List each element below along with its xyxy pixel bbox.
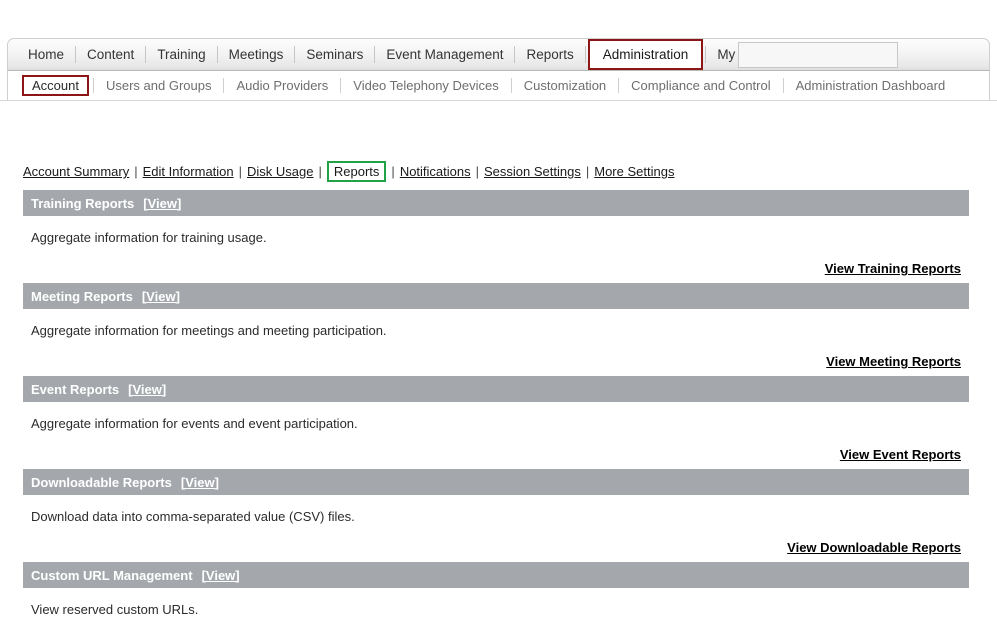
page-link-account-summary[interactable]: Account Summary	[23, 164, 129, 179]
page-link-separator: |	[585, 164, 590, 179]
report-section-body: Aggregate information for meetings and m…	[23, 309, 969, 376]
page-link-more-settings[interactable]: More Settings	[594, 164, 674, 179]
account-section-links: Account Summary | Edit Information | Disk Us…	[23, 161, 674, 182]
page-link-separator: |	[475, 164, 480, 179]
main-nav-separator	[584, 46, 586, 63]
report-section-view-label: [View]	[128, 381, 167, 397]
page-link-session-settings[interactable]: Session Settings	[484, 164, 581, 179]
sub-nav-item-customization[interactable]: Customization	[512, 78, 618, 93]
report-section-header: Meeting Reports [View]	[23, 283, 969, 309]
report-section-view-link[interactable]: [View]	[181, 475, 219, 490]
report-section-training-reports: Training Reports [View] Aggregate informat…	[23, 190, 969, 283]
search-area	[738, 40, 916, 69]
report-section-view-label: [View]	[141, 288, 180, 304]
report-section-description: Aggregate information for events and eve…	[31, 416, 358, 431]
report-section-downloadable-reports: Downloadable Reports [View] Download data …	[23, 469, 969, 562]
sub-nav-item-administration-dashboard[interactable]: Administration Dashboard	[784, 78, 958, 93]
sub-nav-item-audio-providers[interactable]: Audio Providers	[224, 78, 340, 93]
main-nav-item-meetings[interactable]: Meetings	[218, 39, 295, 70]
nav-bottom-divider	[0, 100, 997, 101]
main-nav-item-event-management[interactable]: Event Management	[375, 39, 514, 70]
search-input[interactable]	[738, 41, 898, 68]
report-section-header: Event Reports [View]	[23, 376, 969, 402]
report-section-description: Download data into comma-separated value…	[31, 509, 355, 524]
sub-nav-item-compliance-and-control[interactable]: Compliance and Control	[619, 78, 782, 93]
main-nav-item-administration[interactable]: Administration	[587, 39, 704, 70]
report-section-view-link[interactable]: [View]	[128, 382, 166, 397]
report-section-body: View reserved custom URLs.	[23, 588, 969, 628]
main-nav-item-home[interactable]: Home	[17, 39, 75, 70]
account-links	[969, 12, 987, 26]
sub-nav-item-account[interactable]: Account	[22, 75, 89, 96]
main-nav-item-seminars[interactable]: Seminars	[295, 39, 374, 70]
report-section-action-link[interactable]: View Training Reports	[825, 261, 961, 276]
report-section-header: Training Reports [View]	[23, 190, 969, 216]
report-section-header: Custom URL Management [View]	[23, 562, 969, 588]
report-section-event-reports: Event Reports [View] Aggregate information…	[23, 376, 969, 469]
report-section-body: Download data into comma-separated value…	[23, 495, 969, 562]
page-link-separator: |	[391, 164, 395, 179]
report-section-view-label: [View]	[180, 474, 219, 490]
sub-nav-item-video-telephony-devices[interactable]: Video Telephony Devices	[341, 78, 511, 93]
report-section-meeting-reports: Meeting Reports [View] Aggregate informati…	[23, 283, 969, 376]
report-section-action-link[interactable]: View Meeting Reports	[826, 354, 961, 369]
main-nav-item-training[interactable]: Training	[146, 39, 216, 70]
report-section-title: Custom URL Management	[31, 567, 193, 583]
top-bar	[0, 0, 997, 36]
page-link-edit-information[interactable]: Edit Information	[143, 164, 234, 179]
report-section-title: Meeting Reports	[31, 288, 133, 304]
report-section-description: Aggregate information for training usage…	[31, 230, 267, 245]
page-link-reports[interactable]: Reports	[326, 161, 387, 182]
report-section-view-label: [View]	[143, 195, 182, 211]
report-section-custom-url-management: Custom URL Management [View] View reserved…	[23, 562, 969, 628]
administration-sub-navigation: Account Users and Groups Audio Providers Vi…	[7, 71, 990, 100]
page-link-separator: |	[318, 164, 322, 179]
main-nav-item-content[interactable]: Content	[76, 39, 145, 70]
report-section-title: Downloadable Reports	[31, 474, 172, 490]
page-link-separator: |	[134, 164, 138, 179]
report-section-view-link[interactable]: [View]	[202, 568, 240, 583]
page-link-disk-usage[interactable]: Disk Usage	[247, 164, 313, 179]
report-section-action-link[interactable]: View Downloadable Reports	[787, 540, 961, 555]
page-link-separator: |	[238, 164, 243, 179]
report-section-header: Downloadable Reports [View]	[23, 469, 969, 495]
report-section-title: Training Reports	[31, 195, 135, 211]
report-section-body: Aggregate information for events and eve…	[23, 402, 969, 469]
page-link-notifications[interactable]: Notifications	[400, 164, 471, 179]
report-section-action-link[interactable]: View Event Reports	[840, 447, 961, 462]
reports-section-list: Training Reports [View] Aggregate informat…	[23, 190, 969, 628]
report-section-description: View reserved custom URLs.	[31, 602, 199, 617]
report-section-title: Event Reports	[31, 381, 120, 397]
report-section-view-label: [View]	[201, 567, 240, 583]
report-section-description: Aggregate information for meetings and m…	[31, 323, 387, 338]
report-section-body: Aggregate information for training usage…	[23, 216, 969, 283]
report-section-view-link[interactable]: [View]	[143, 196, 181, 211]
sub-nav-item-users-and-groups[interactable]: Users and Groups	[94, 78, 224, 93]
report-section-view-link[interactable]: [View]	[142, 289, 180, 304]
main-nav-item-reports[interactable]: Reports	[515, 39, 584, 70]
